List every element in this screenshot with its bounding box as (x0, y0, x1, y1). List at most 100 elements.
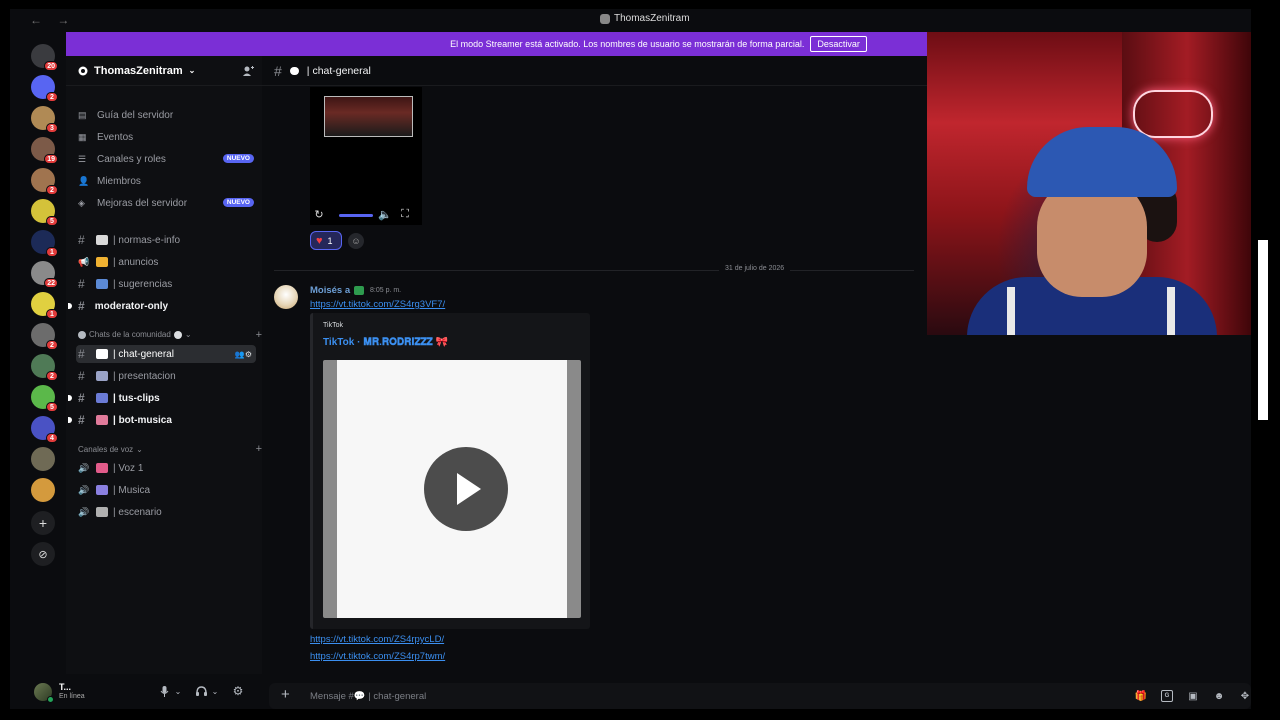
hash-icon: # (78, 233, 85, 247)
message-composer: + Mensaje #💬 | chat-general 🎁 G ▣ ☻ ✥ (269, 683, 1251, 709)
text-channel[interactable]: # | bot-musica (68, 411, 256, 429)
server-icon[interactable]: 3 (31, 106, 58, 133)
voice-category[interactable]: Canales de voz ⌄ (78, 445, 143, 454)
server-badge-icon (78, 66, 88, 75)
embed-title[interactable]: TikTok · 𝐌𝐑.𝐑𝐎𝐃𝐑𝐈𝐙𝐙𝐙 🎀 (323, 337, 448, 348)
text-channel[interactable]: # | normas-e-info (76, 231, 256, 249)
emoji-icon[interactable]: ☻ (1213, 690, 1225, 702)
volume-icon[interactable]: 🔈 (378, 208, 392, 222)
server-nav-item[interactable]: 👤 Miembros (76, 172, 256, 190)
invite-icon[interactable] (242, 65, 254, 77)
fullscreen-icon[interactable]: ⛶ (398, 208, 412, 222)
list-icon: ☰ (78, 153, 87, 164)
gift-icon[interactable]: 🎁 (1135, 690, 1147, 702)
server-icon (600, 13, 610, 24)
play-icon[interactable] (424, 447, 508, 531)
headphones-icon[interactable] (195, 685, 207, 697)
compass-icon[interactable]: ⊘ (31, 542, 55, 566)
text-channel[interactable]: # | presentacion (76, 367, 256, 385)
server-nav-item[interactable]: ◈ Mejoras del servidor NUEVO (76, 194, 256, 212)
server-icon[interactable]: 20 (31, 44, 58, 71)
channel-label: moderator-only (94, 300, 169, 312)
mention-badge: 20 (44, 61, 58, 71)
server-name: ThomasZenitram (94, 64, 183, 77)
volume-slider[interactable] (339, 214, 373, 217)
channel-emoji-icon (96, 485, 108, 495)
video-player[interactable]: ↻ 🔈 ⛶ (310, 87, 422, 225)
text-channel[interactable]: # moderator-only (68, 297, 256, 315)
channel-settings-icon[interactable]: 👥⚙ (235, 350, 252, 359)
channel-emoji-icon (96, 257, 108, 267)
message-author[interactable]: Moisés a (310, 285, 365, 296)
unread-indicator (68, 417, 72, 423)
server-list: 20 2 3 19 2 5 1 22 1 2 2 5 4 + ⊘ (10, 32, 66, 709)
voice-channel[interactable]: 🔊 | Musica (76, 481, 256, 499)
link-embed: TikTok TikTok · 𝐌𝐑.𝐑𝐎𝐃𝐑𝐈𝐙𝐙𝐙 🎀 (310, 313, 590, 629)
server-icon[interactable]: 2 (31, 168, 58, 195)
channel-label: | tus-clips (113, 392, 160, 404)
reaction-count: 1 (327, 235, 333, 246)
chevron-down-icon[interactable]: ⌄ (209, 685, 221, 697)
server-icon[interactable]: 22 (31, 261, 58, 288)
server-icon[interactable]: 5 (31, 385, 58, 412)
server-icon[interactable]: 5 (31, 199, 58, 226)
hash-icon: # (78, 391, 85, 405)
server-icon[interactable]: 19 (31, 137, 58, 164)
new-badge: NUEVO (222, 198, 254, 207)
tiktok-link[interactable]: https://vt.tiktok.com/ZS4rpycLD/ (310, 634, 444, 645)
tiktok-link[interactable]: https://vt.tiktok.com/ZS4rp7twm/ (310, 651, 445, 662)
channel-emoji-icon (96, 235, 108, 245)
tiktok-link[interactable]: https://vt.tiktok.com/ZS4rg3VF7/ (310, 299, 445, 310)
community-category-icon (78, 330, 86, 339)
date-divider (274, 270, 914, 271)
speaker-icon: 🔊 (78, 506, 90, 517)
boost-icon: ◈ (78, 197, 85, 208)
server-icon[interactable]: 2 (31, 323, 58, 350)
megaphone-icon: 📢 (78, 256, 90, 267)
text-channel[interactable]: # | chat-general 👥⚙ (76, 345, 256, 363)
author-avatar[interactable] (274, 285, 298, 309)
channel-emoji-icon (96, 393, 108, 403)
deactivate-button[interactable]: Desactivar (810, 36, 867, 52)
calendar-icon: ▦ (78, 131, 87, 142)
add-reaction-icon[interactable]: ☺ (348, 233, 364, 249)
replay-icon[interactable]: ↻ (312, 208, 326, 222)
heart-reaction[interactable]: ♥ 1 (310, 231, 342, 250)
text-channel[interactable]: # | sugerencias (76, 275, 256, 293)
server-icon[interactable]: 1 (31, 292, 58, 319)
microphone-icon[interactable] (158, 685, 170, 697)
server-icon[interactable]: 2 (31, 354, 58, 381)
text-channel[interactable]: # | tus-clips (68, 389, 256, 407)
chevron-down-icon[interactable]: ⌄ (172, 685, 184, 697)
history-nav[interactable]: ← → (30, 13, 75, 27)
channel-label: | anuncios (113, 256, 159, 268)
server-nav-item[interactable]: ☰ Canales y roles NUEVO (76, 150, 256, 168)
attach-plus-icon[interactable]: + (281, 686, 290, 703)
settings-gear-icon[interactable]: ⚙ (232, 684, 244, 698)
server-nav-item[interactable]: ▤ Guía del servidor (76, 106, 256, 124)
server-icon[interactable] (31, 447, 55, 471)
window-title: ThomasZenitram (600, 13, 690, 24)
webcam-overlay (927, 32, 1251, 335)
server-icon[interactable]: 1 (31, 230, 58, 257)
sticker-icon[interactable]: ▣ (1187, 690, 1199, 702)
server-nav-label: Eventos (97, 131, 134, 143)
gif-icon[interactable]: G (1161, 690, 1173, 702)
apps-icon[interactable]: ✥ (1239, 690, 1251, 702)
mention-badge: 5 (46, 216, 58, 226)
embed-video[interactable] (323, 360, 581, 618)
channel-label: | bot-musica (113, 414, 172, 426)
server-icon[interactable]: 4 (31, 416, 58, 443)
server-icon[interactable] (31, 478, 55, 502)
voice-channel[interactable]: 🔊 | escenario (76, 503, 256, 521)
server-icon[interactable]: 2 (31, 75, 58, 102)
server-nav-item[interactable]: ▦ Eventos (76, 128, 256, 146)
voice-channel[interactable]: 🔊 | Voz 1 (76, 459, 256, 477)
server-header[interactable]: ThomasZenitram ⌄ (66, 56, 262, 86)
community-category[interactable]: Chats de la comunidad ⌄ (78, 330, 192, 339)
add-server-icon[interactable]: + (31, 511, 55, 535)
text-channel[interactable]: 📢 | anuncios (76, 253, 256, 271)
online-status-icon (47, 696, 54, 703)
unread-indicator (68, 303, 72, 309)
message-input[interactable]: Mensaje #💬 | chat-general (310, 691, 426, 702)
